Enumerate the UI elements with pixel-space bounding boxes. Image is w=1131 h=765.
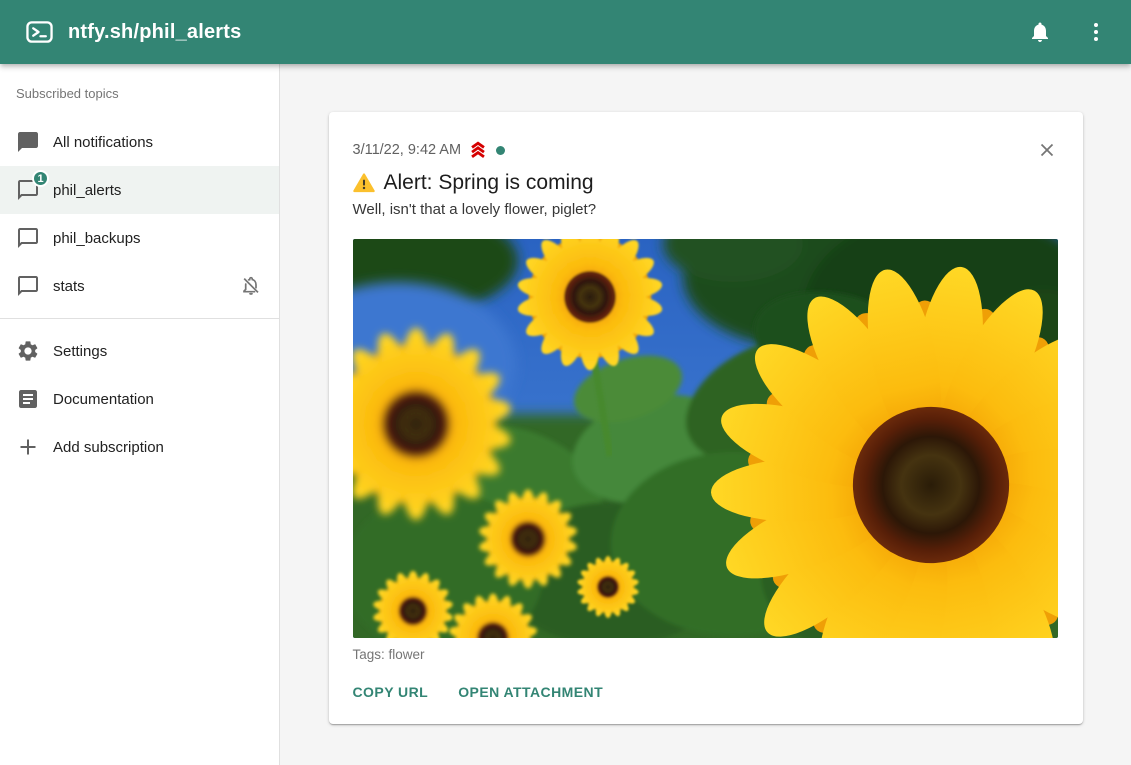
sidebar-item-label: All notifications (53, 134, 153, 151)
notification-card: 3/11/22, 9:42 AM Alert: Spring is coming… (329, 112, 1083, 724)
notification-actions: COPY URL OPEN ATTACHMENT (353, 676, 1059, 708)
appbar-actions (1027, 19, 1109, 45)
kebab-menu-icon[interactable] (1083, 19, 1109, 45)
sidebar-item-add-subscription[interactable]: Add subscription (0, 423, 279, 471)
bell-off-icon (239, 274, 263, 298)
attachment-sunflower-photo[interactable] (353, 239, 1058, 638)
sidebar-item-stats[interactable]: stats (0, 262, 279, 310)
sidebar-item-all-notifications[interactable]: All notifications (0, 118, 279, 166)
sidebar-divider (0, 318, 279, 319)
sidebar-item-label: Settings (53, 343, 107, 360)
plus-icon (16, 435, 40, 459)
bell-icon[interactable] (1027, 19, 1053, 45)
sidebar-item-label: stats (53, 278, 85, 295)
sidebar-item-phil-backups[interactable]: phil_backups (0, 214, 279, 262)
chat-bubble-outline-icon (16, 226, 40, 250)
chat-bubble-outline-icon (16, 274, 40, 298)
terminal-icon (26, 20, 53, 44)
notification-title-row: Alert: Spring is coming (353, 169, 1059, 197)
chat-bubble-filled-icon (16, 130, 40, 154)
open-attachment-button[interactable]: OPEN ATTACHMENT (450, 676, 611, 708)
gear-icon (16, 339, 40, 363)
notification-body: Well, isn't that a lovely flower, piglet… (353, 200, 1059, 220)
sidebar-item-documentation[interactable]: Documentation (0, 375, 279, 423)
chat-bubble-outline-icon: 1 (16, 178, 40, 202)
notification-title: Alert: Spring is coming (384, 169, 594, 197)
appbar: ntfy.sh/phil_alerts (0, 0, 1131, 64)
sidebar: Subscribed topics All notifications 1 ph… (0, 64, 280, 765)
notification-tags: Tags: flower (353, 647, 1059, 662)
copy-url-button[interactable]: COPY URL (345, 676, 437, 708)
priority-max-icon (467, 139, 489, 161)
sidebar-item-label: Documentation (53, 391, 154, 408)
unread-dot (496, 146, 505, 155)
sidebar-item-phil-alerts[interactable]: 1 phil_alerts (0, 166, 279, 214)
sidebar-item-settings[interactable]: Settings (0, 327, 279, 375)
notification-header: 3/11/22, 9:42 AM (353, 138, 1059, 162)
sidebar-item-label: phil_backups (53, 230, 141, 247)
main-content: 3/11/22, 9:42 AM Alert: Spring is coming… (280, 64, 1131, 765)
unread-count-badge: 1 (32, 170, 49, 187)
sidebar-item-label: Add subscription (53, 439, 164, 456)
article-icon (16, 387, 40, 411)
sidebar-item-label: phil_alerts (53, 182, 121, 199)
page-title: ntfy.sh/phil_alerts (68, 21, 241, 44)
close-icon[interactable] (1035, 138, 1059, 162)
sidebar-section-label: Subscribed topics (0, 64, 279, 118)
notification-timestamp: 3/11/22, 9:42 AM (353, 142, 462, 158)
warning-emoji-icon (353, 172, 375, 194)
